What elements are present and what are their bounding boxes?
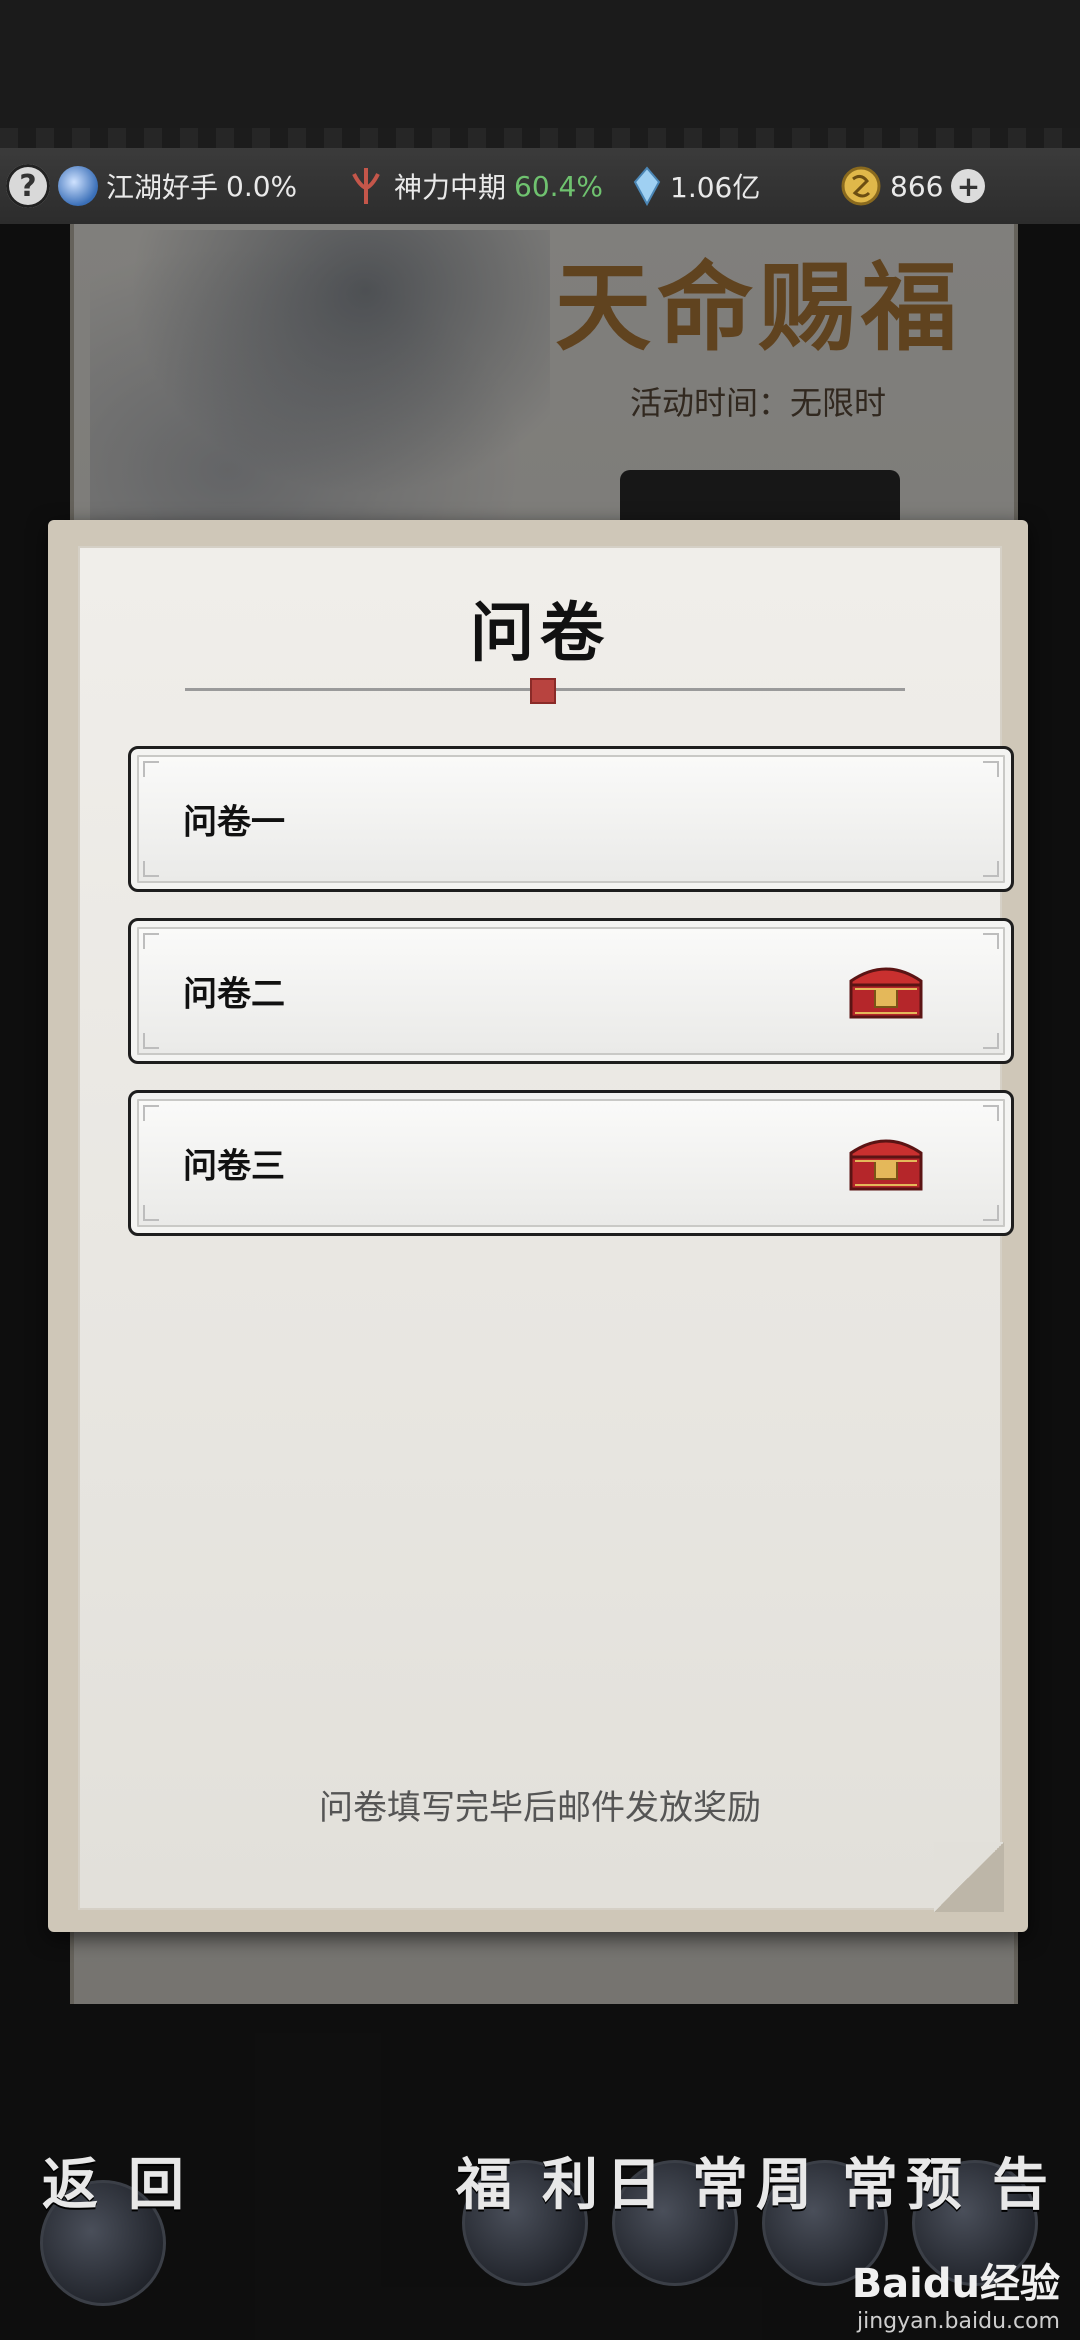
corner-ornament — [983, 1205, 999, 1221]
preview-label: 预告 — [906, 2152, 1078, 2218]
weekly-label: 周常 — [756, 2152, 928, 2218]
dialog-paper: 问卷 问卷一 问卷二 问卷三 问卷填写完毕后邮件发放奖励 — [78, 546, 1014, 1912]
corner-ornament — [143, 1105, 159, 1121]
rank-name: 江湖好手 — [106, 171, 219, 204]
crystal-amount: 1.06亿 — [670, 171, 761, 204]
corner-ornament — [143, 1033, 159, 1049]
questionnaire-dialog: 问卷 问卷一 问卷二 问卷三 问卷填写完毕后邮件发放奖励 — [48, 520, 1028, 1932]
corner-ornament — [983, 933, 999, 949]
seal-icon — [530, 678, 556, 704]
dialog-title: 问卷 — [470, 596, 610, 671]
watermark-url: jingyan.baidu.com — [856, 2309, 1060, 2334]
corner-ornament — [143, 761, 159, 777]
crystal-icon — [632, 166, 662, 206]
welfare-label: 福利 — [456, 2152, 628, 2218]
power-stat[interactable]: 神力中期 60.4% — [346, 148, 603, 224]
questionnaire-item-3[interactable]: 问卷三 — [128, 1090, 1014, 1236]
add-coin-button[interactable]: + — [951, 169, 986, 203]
corner-ornament — [983, 1033, 999, 1049]
questionnaire-label: 问卷一 — [183, 802, 285, 843]
reward-notice: 问卷填写完毕后邮件发放奖励 — [319, 1788, 761, 1828]
rank-percent: 0.0% — [226, 169, 298, 203]
corner-ornament — [983, 1105, 999, 1121]
top-decorative-strip — [0, 128, 1080, 148]
corner-ornament — [983, 861, 999, 877]
corner-ornament — [143, 1205, 159, 1221]
corner-ornament — [143, 861, 159, 877]
watermark-brand: Baidu经验 — [851, 2261, 1060, 2307]
coin-amount: 866 — [890, 169, 944, 203]
page-curl-decoration — [934, 1842, 1004, 1912]
power-percent: 60.4% — [514, 169, 603, 203]
treasure-chest-icon — [845, 1127, 927, 1199]
daily-label: 日常 — [606, 2152, 778, 2218]
questionnaire-label: 问卷二 — [183, 974, 285, 1015]
yin-yang-icon — [58, 166, 98, 206]
coin-stat: 866 + — [840, 148, 986, 224]
treasure-chest-icon — [845, 955, 927, 1027]
questionnaire-label: 问卷三 — [183, 1146, 285, 1187]
corner-ornament — [143, 933, 159, 949]
rank-stat[interactable]: 江湖好手 0.0% — [58, 148, 297, 224]
watermark: Baidu经验 jingyan.baidu.com — [852, 2251, 1060, 2334]
power-name: 神力中期 — [394, 171, 507, 204]
back-label: 返回 — [42, 2152, 214, 2218]
bottom-nav: 返回 福利 日常 周常 预告 Baidu经验 jingyan.baidu.com — [0, 2120, 1080, 2340]
help-button[interactable]: ? — [6, 164, 50, 208]
gold-coin-icon — [840, 165, 882, 207]
questionnaire-item-2[interactable]: 问卷二 — [128, 918, 1014, 1064]
trident-icon — [346, 164, 386, 208]
crystal-stat[interactable]: 1.06亿 — [632, 148, 760, 224]
corner-ornament — [983, 761, 999, 777]
questionnaire-item-1[interactable]: 问卷一 — [128, 746, 1014, 892]
status-bar: ? 江湖好手 0.0% 神力中期 60.4% 1.06亿 866 + — [0, 148, 1080, 226]
